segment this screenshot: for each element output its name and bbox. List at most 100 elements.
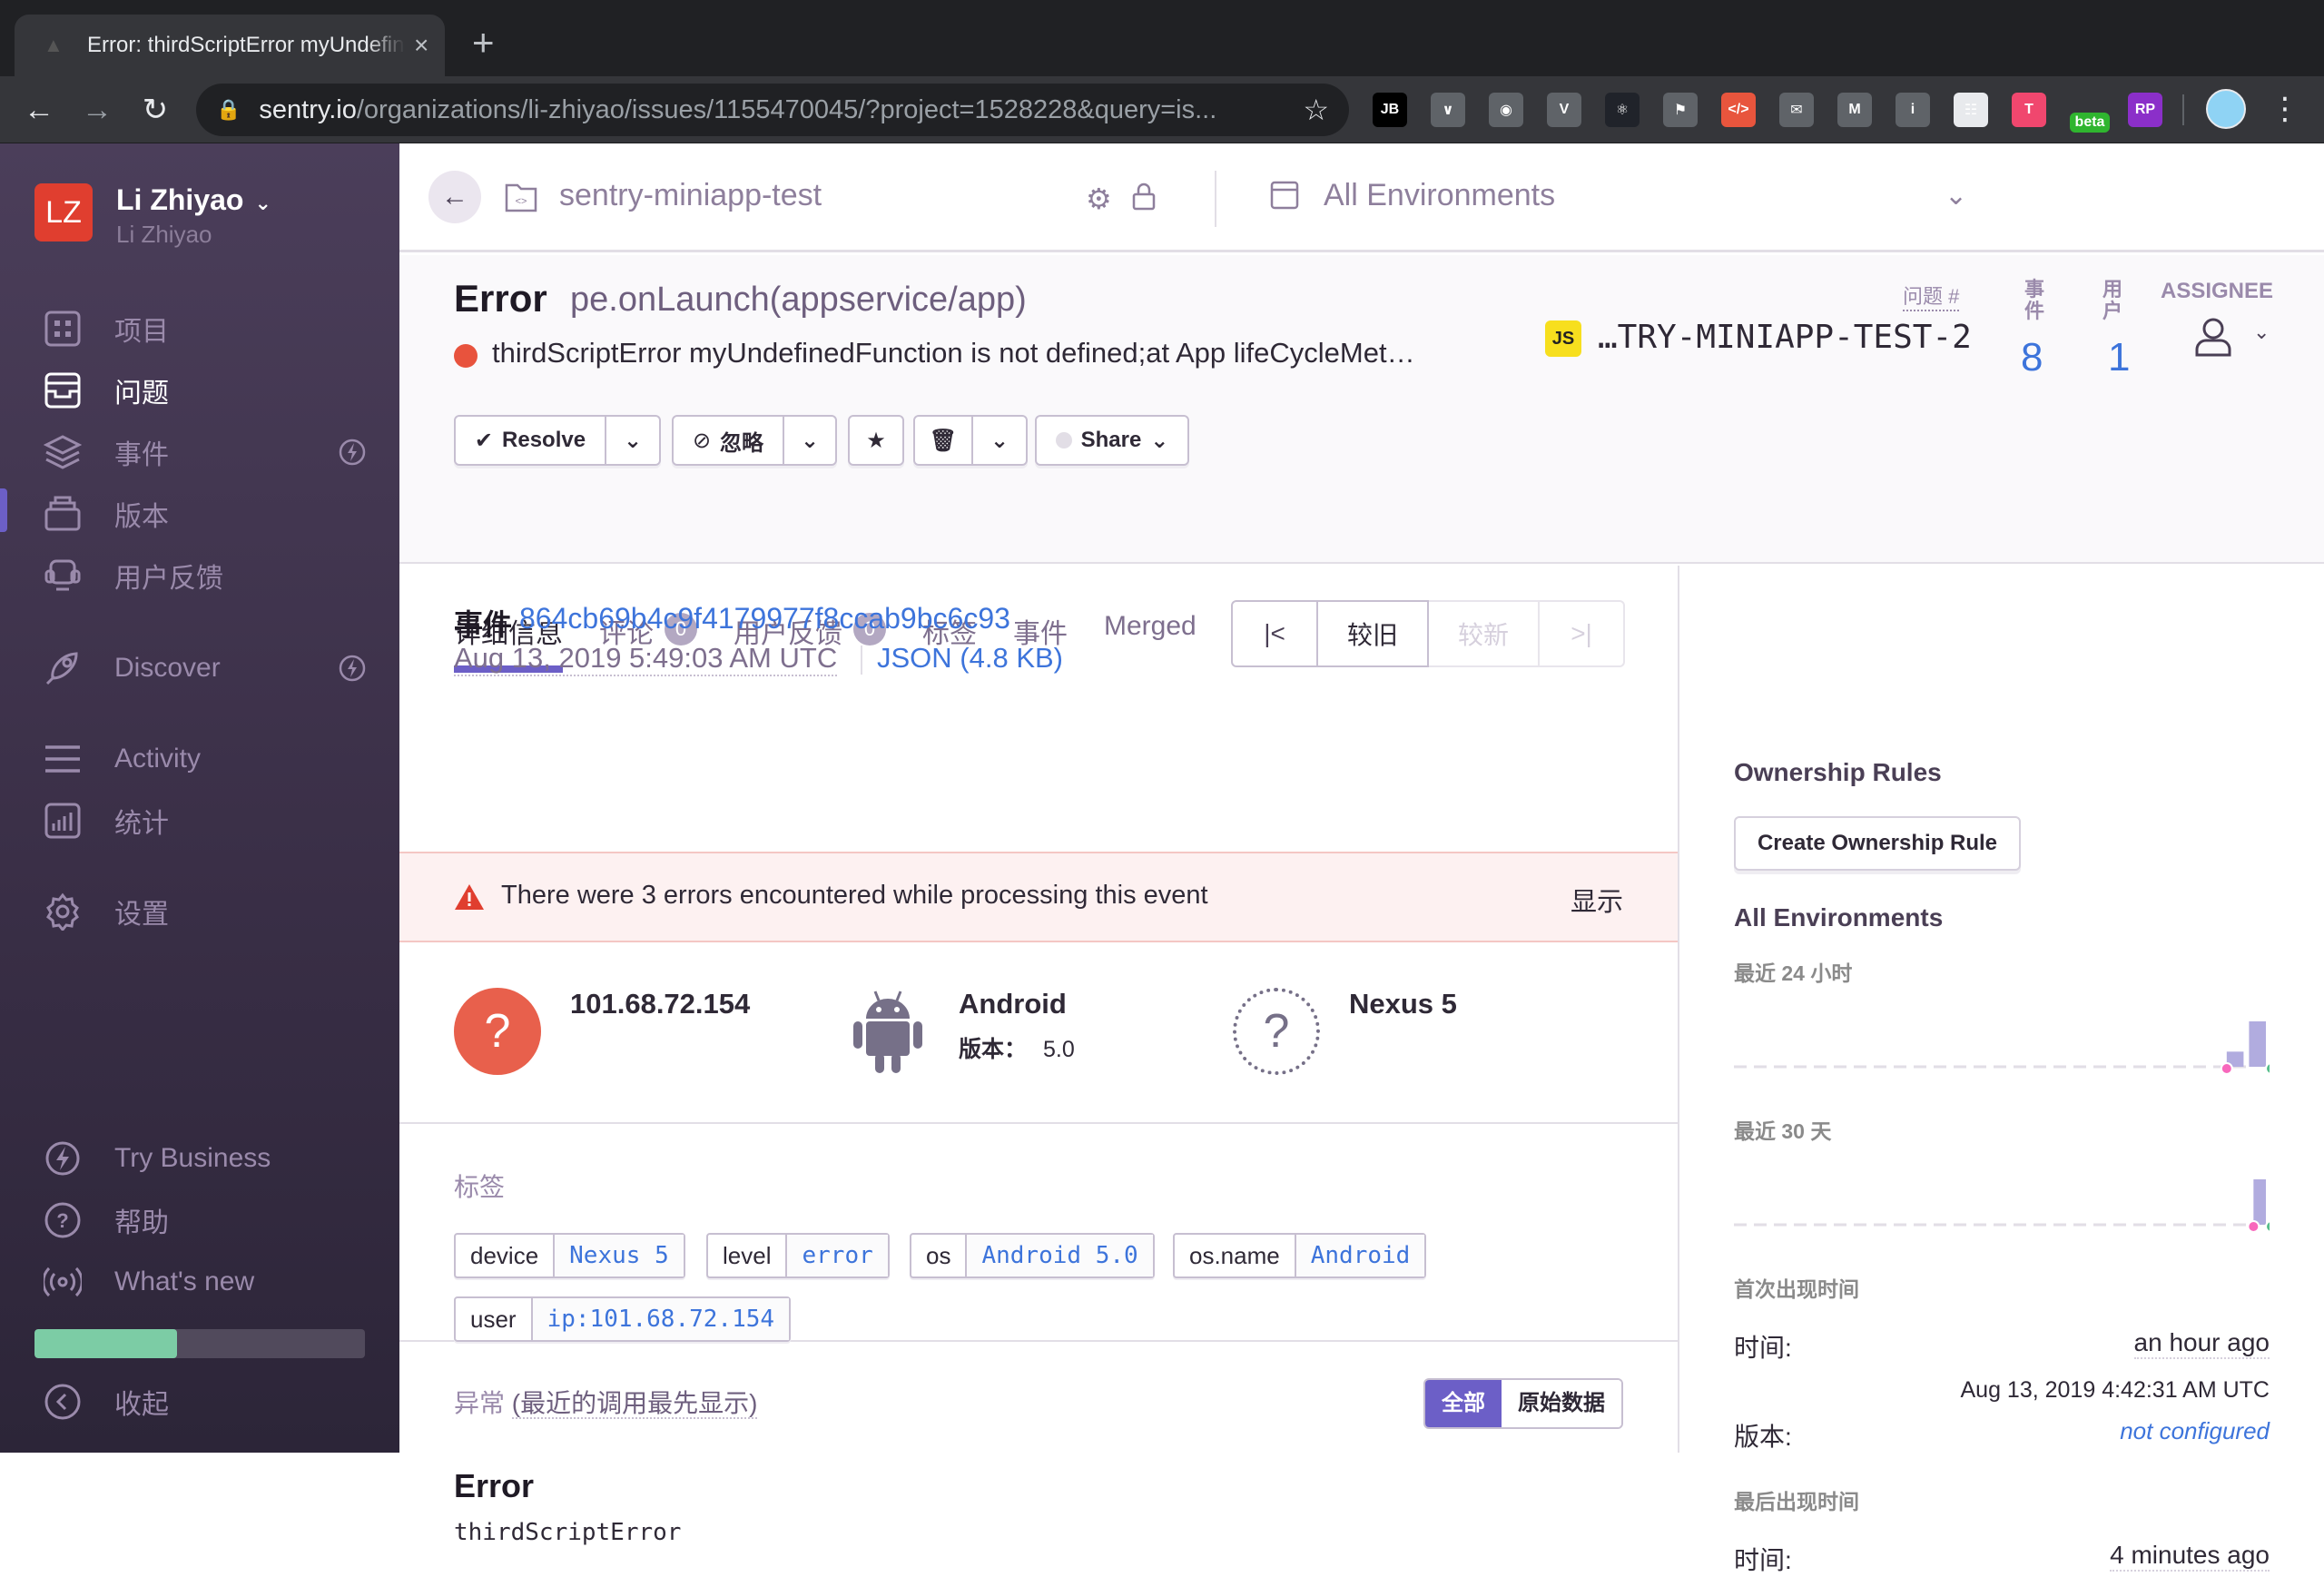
jetbrains-extension-icon[interactable]: JB	[1373, 93, 1407, 127]
discover-icon	[45, 652, 78, 685]
bookmark-ext-extension-icon[interactable]: ⚑	[1663, 93, 1698, 127]
pocket-extension-icon[interactable]: ∨	[1431, 93, 1465, 127]
event-meta-divider	[861, 646, 862, 675]
tag-pill[interactable]: level error	[706, 1233, 890, 1278]
forward-arrow-icon[interactable]: →	[76, 89, 118, 131]
info-ext-extension-icon[interactable]: i	[1896, 93, 1930, 127]
sidebar-item-label: 设置	[114, 900, 169, 930]
vue-devtools-extension-icon[interactable]: V	[1547, 93, 1581, 127]
sidebar-item-activity[interactable]: Activity	[0, 732, 399, 786]
tag-value-link[interactable]: ip:101.68.72.154	[532, 1298, 790, 1340]
sparkline-bar[interactable]	[2249, 1021, 2266, 1067]
sidebar-item-label: 事件	[114, 440, 169, 470]
browser-toolbar: ← → ↻ 🔒 sentry.io/organizations/li-zhiya…	[0, 76, 2324, 143]
resolve-dropdown[interactable]: ⌄	[605, 417, 659, 464]
chevron-down-icon: ⌄	[990, 428, 1009, 453]
close-tab-icon[interactable]: ×	[414, 31, 428, 60]
event-json-link[interactable]: JSON (4.8 KB)	[877, 642, 1063, 675]
main-content: ← <> sentry-miniapp-test ⚙ All Environme…	[399, 143, 2324, 1574]
postman-ext-extension-icon[interactable]: ✉	[1779, 93, 1814, 127]
ignore-dropdown[interactable]: ⌄	[783, 417, 835, 464]
tag-pill[interactable]: os.name Android	[1173, 1233, 1427, 1278]
sidebar-item-what-s-new[interactable]: What's new	[0, 1255, 399, 1309]
newer-event-button[interactable]: 较新	[1429, 600, 1540, 667]
shield-ext-extension-icon[interactable]: M	[1837, 93, 1872, 127]
sidebar-item-user-feedback[interactable]: 用户反馈	[0, 548, 399, 603]
reload-icon[interactable]: ↻	[134, 89, 176, 131]
code-ext-extension-icon[interactable]: </>	[1721, 93, 1756, 127]
sidebar-item-try-business[interactable]: Try Business	[0, 1131, 399, 1186]
sidebar-collapse[interactable]: 收起	[0, 1375, 399, 1429]
event-date: Aug 13, 2019 5:49:03 AM UTC	[454, 642, 838, 676]
first-seen-date: Aug 13, 2019 4:42:31 AM UTC	[1960, 1377, 2270, 1403]
sidebar-item-issues[interactable]: 问题	[0, 363, 399, 418]
resolve-label: Resolve	[502, 428, 586, 452]
bookmark-button[interactable]: ★	[850, 417, 902, 464]
lightning-icon	[45, 1141, 80, 1176]
sidebar-item--[interactable]: ? 帮助	[0, 1193, 399, 1247]
users-count: 1	[2108, 335, 2131, 379]
sidebar-item-events[interactable]: 事件	[0, 425, 399, 479]
create-ownership-rule-button[interactable]: Create Ownership Rule	[1734, 816, 2021, 871]
sidebar-item-projects[interactable]: 项目	[0, 301, 399, 356]
browser-tab[interactable]: ▲ Error: thirdScriptError myUndefinedFun…	[15, 15, 445, 76]
sitemap-ext-extension-icon[interactable]: ☷	[1954, 93, 1988, 127]
sparkline-bar[interactable]	[2253, 1179, 2266, 1225]
show-errors-button[interactable]: 显示	[1571, 881, 1623, 919]
record-extension-icon[interactable]: ◉	[1489, 93, 1523, 127]
chevron-down-icon[interactable]: ⌄	[1945, 180, 1967, 212]
back-arrow-icon[interactable]: ←	[18, 89, 60, 131]
tag-value-link[interactable]: Nexus 5	[555, 1235, 684, 1276]
sidebar-item-settings[interactable]: 设置	[0, 884, 399, 939]
new-tab-button[interactable]: +	[472, 24, 495, 62]
newest-event-button[interactable]: >|	[1540, 600, 1625, 667]
chevron-down-icon[interactable]: ⌄	[2253, 320, 2270, 344]
oldest-event-button[interactable]: |<	[1231, 600, 1318, 667]
org-switcher[interactable]: LZ Li Zhiyao ⌄ Li Zhiyao	[34, 183, 271, 249]
react-devtools-extension-icon[interactable]: ⚛	[1605, 93, 1640, 127]
share-button[interactable]: Share ⌄	[1037, 417, 1187, 464]
beta-ext-extension-icon[interactable]: beta	[2070, 113, 2110, 133]
share-label: Share	[1080, 428, 1142, 452]
profile-avatar[interactable]	[2206, 89, 2246, 129]
older-event-button[interactable]: 较旧	[1318, 600, 1429, 667]
project-settings-icon[interactable]: ⚙	[1086, 182, 1112, 216]
environment-selector[interactable]: All Environments	[1324, 178, 1555, 213]
chrome-menu-icon[interactable]: ⋮	[2270, 89, 2300, 129]
event-id-link[interactable]: 864cb69b4c9f4179977f8ccab9bc6c93	[519, 602, 1010, 636]
sparkline-30d[interactable]	[1734, 1168, 2270, 1241]
tag-value-link[interactable]: Android 5.0	[967, 1235, 1153, 1276]
tag-pill[interactable]: user ip:101.68.72.154	[454, 1296, 792, 1342]
tag-pill[interactable]: os Android 5.0	[910, 1233, 1155, 1278]
view-all-button[interactable]: 全部	[1425, 1380, 1502, 1427]
tag-pill[interactable]: device Nexus 5	[454, 1233, 685, 1278]
back-to-issues-button[interactable]: ←	[428, 171, 481, 223]
sparkline-24h[interactable]	[1734, 1010, 2270, 1083]
rp-ext-extension-icon[interactable]: RP	[2128, 93, 2162, 127]
exception-heading-label: 异常	[454, 1389, 506, 1417]
activity-icon	[45, 745, 80, 773]
tag-value-link[interactable]: error	[787, 1235, 888, 1276]
delete-dropdown[interactable]: ⌄	[971, 417, 1026, 464]
ignore-button[interactable]: ⊘ 忽略	[674, 417, 783, 464]
resolve-button[interactable]: ✔ Resolve	[456, 417, 605, 464]
sidebar-item-releases[interactable]: 版本	[0, 487, 399, 541]
sidebar-item-discover[interactable]: Discover	[0, 641, 399, 695]
exception-order-note[interactable]: (最近的调用最先显示)	[511, 1389, 758, 1419]
release-value-link[interactable]: not configured	[2120, 1417, 2270, 1445]
delete-button[interactable]: 🗑	[915, 417, 971, 464]
tag-value-link[interactable]: Android	[1295, 1235, 1425, 1276]
processing-errors-banner: There were 3 errors encountered while pr…	[399, 852, 1678, 942]
tampermonkey-extension-icon[interactable]: T	[2012, 93, 2046, 127]
bookmark-star-icon[interactable]: ☆	[1303, 93, 1329, 127]
address-bar[interactable]: 🔒 sentry.io/organizations/li-zhiyao/issu…	[196, 84, 1349, 136]
sidebar-item-stats[interactable]: 统计	[0, 793, 399, 848]
ownership-heading: Ownership Rules	[1734, 758, 1942, 786]
last-seen-label: 最后出现时间	[1734, 1490, 1859, 1513]
lock-icon[interactable]	[1131, 182, 1157, 211]
assignee-user-icon[interactable]	[2191, 315, 2235, 359]
releases-icon	[44, 496, 81, 531]
view-raw-button[interactable]: 原始数据	[1502, 1380, 1621, 1427]
project-name[interactable]: sentry-miniapp-test	[559, 178, 822, 213]
onboarding-progress-bar[interactable]	[34, 1329, 365, 1358]
